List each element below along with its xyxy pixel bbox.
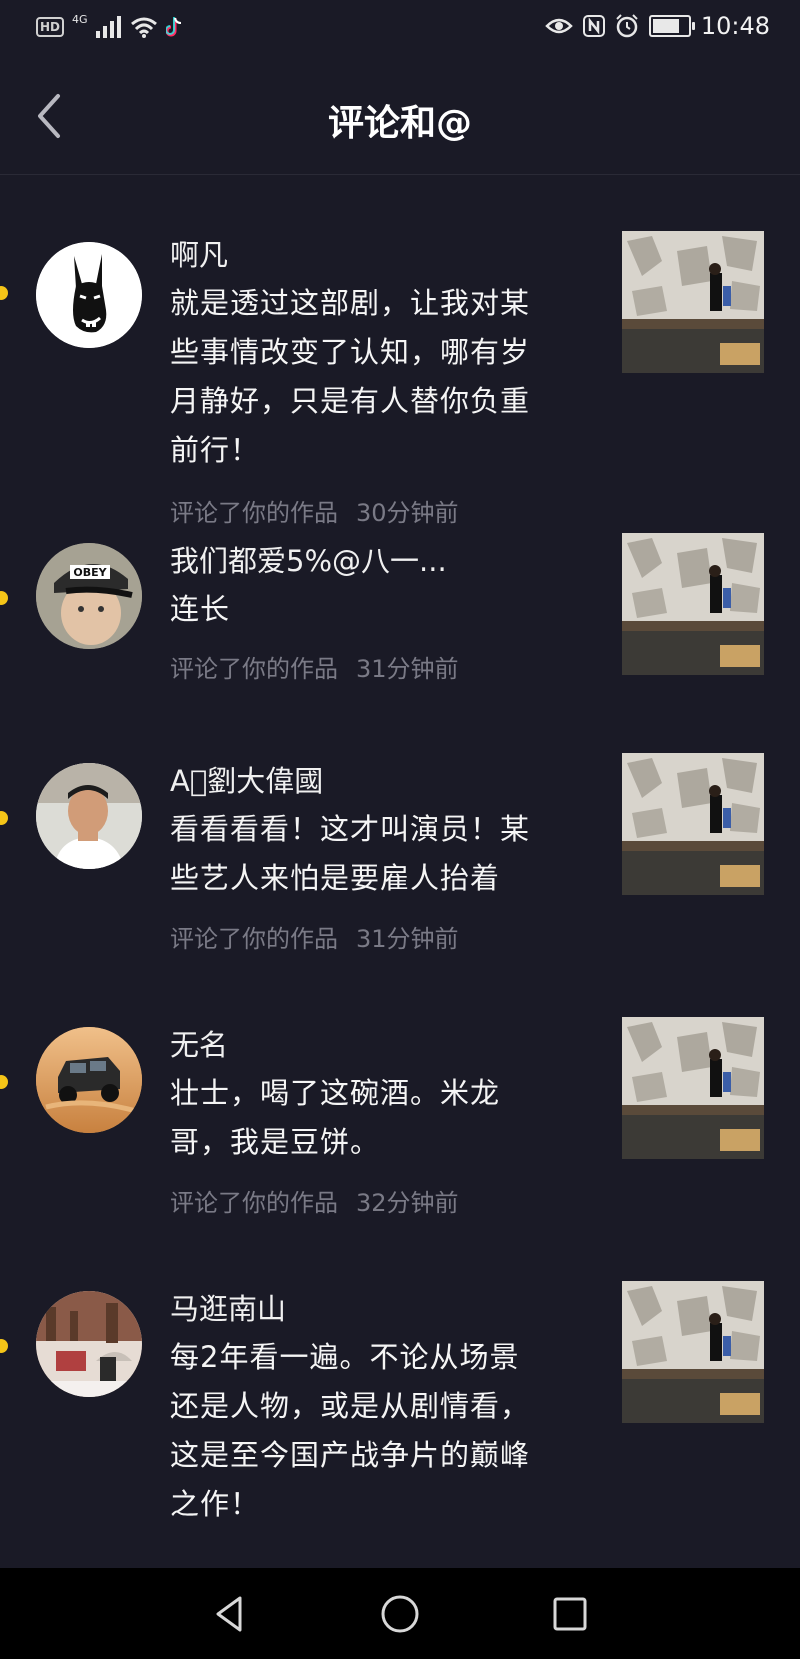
scene-thumbnail-icon <box>622 533 764 675</box>
jeep-avatar-icon <box>36 1027 142 1133</box>
status-right: 10:48 <box>545 12 770 40</box>
scene-thumbnail-icon <box>622 1281 764 1423</box>
obey-cap-avatar-icon: OBEY <box>36 543 142 649</box>
donkey-avatar-icon <box>36 242 142 348</box>
network-type: 4G <box>72 12 88 26</box>
nfc-icon <box>582 15 605 37</box>
video-thumbnail[interactable] <box>622 1017 764 1159</box>
avatar[interactable] <box>36 1291 142 1397</box>
status-left: HD 4G <box>36 12 184 38</box>
username[interactable]: 我们都爱5%@八一... <box>170 541 447 581</box>
unread-dot <box>0 591 8 605</box>
video-thumbnail[interactable] <box>622 533 764 675</box>
username[interactable]: 无名 <box>170 1025 228 1065</box>
timestamp: 31分钟前 <box>356 655 459 683</box>
username[interactable]: 啊凡 <box>170 235 228 275</box>
comment-line: 看看看看！这才叫演员！某 <box>170 812 531 846</box>
page-title: 评论和@ <box>327 103 472 144</box>
triangle-back-icon <box>216 1596 242 1632</box>
circle-home-icon <box>381 1595 419 1633</box>
comment-text: 每2年看一遍。不论从场景 还是人物，或是从剧情看， 这是至今国产战争片的巅峰 之… <box>170 1333 580 1529</box>
navigation-bar <box>0 1568 800 1659</box>
scene-thumbnail-icon <box>622 1017 764 1159</box>
avatar[interactable] <box>36 242 142 348</box>
username[interactable]: 马逛南山 <box>170 1289 286 1329</box>
timestamp: 30分钟前 <box>356 499 459 527</box>
comment-meta: 评论了你的作品 31分钟前 <box>170 653 459 685</box>
man-portrait-avatar-icon <box>36 763 142 869</box>
comment-line: 哥，我是豆饼。 <box>170 1125 381 1159</box>
video-thumbnail[interactable] <box>622 1281 764 1423</box>
comment-text: 就是透过这部剧，让我对某 些事情改变了认知，哪有岁 月静好，只是有人替你负重 前… <box>170 279 580 475</box>
comment-line: 些艺人来怕是要雇人抬着 <box>170 861 501 895</box>
comment-line: 这是至今国产战争片的巅峰 <box>170 1438 531 1472</box>
comment-meta: 评论了你的作品 30分钟前 <box>170 497 459 529</box>
video-thumbnail[interactable] <box>622 231 764 373</box>
timestamp: 32分钟前 <box>356 1189 459 1217</box>
action-text: 评论了你的作品 <box>170 499 338 527</box>
comment-text: 看看看看！这才叫演员！某 些艺人来怕是要雇人抬着 <box>170 805 580 903</box>
signal-icon <box>95 16 121 38</box>
unread-dot <box>0 811 8 825</box>
unread-dot <box>0 1339 8 1353</box>
wifi-icon <box>130 17 157 38</box>
comment-line: 就是透过这部剧，让我对某 <box>170 286 531 320</box>
comment-line: 连长 <box>170 592 231 626</box>
comment-line: 壮士，喝了这碗酒。米龙 <box>170 1076 501 1110</box>
scene-thumbnail-icon <box>622 231 764 373</box>
clock: 10:48 <box>700 12 770 40</box>
status-bar: HD 4G 10:48 <box>0 0 800 58</box>
comment-line: 还是人物，或是从剧情看， <box>170 1389 531 1423</box>
avatar[interactable] <box>36 763 142 869</box>
action-text: 评论了你的作品 <box>170 1189 338 1217</box>
comment-line: 月静好，只是有人替你负重 <box>170 384 531 418</box>
unread-dot <box>0 286 8 300</box>
comment-meta: 评论了你的作品 32分钟前 <box>170 1187 459 1219</box>
square-recents-icon <box>553 1597 587 1631</box>
nav-back-button[interactable] <box>206 1590 254 1638</box>
eye-icon <box>545 18 573 34</box>
tiktok-icon <box>165 17 181 37</box>
username[interactable]: A 劉大偉國 <box>170 761 323 801</box>
unread-dot <box>0 1075 8 1089</box>
hd-badge: HD <box>36 17 65 37</box>
action-text: 评论了你的作品 <box>170 925 338 953</box>
video-thumbnail[interactable] <box>622 753 764 895</box>
action-text: 评论了你的作品 <box>170 655 338 683</box>
avatar[interactable]: OBEY <box>36 543 142 649</box>
comment-line: 前行！ <box>170 433 261 467</box>
comment-line: 些事情改变了认知，哪有岁 <box>170 335 531 369</box>
comment-line: 每2年看一遍。不论从场景 <box>170 1340 520 1374</box>
timestamp: 31分钟前 <box>356 925 459 953</box>
comment-text: 连长 <box>170 585 580 634</box>
app-header: 评论和@ <box>0 58 800 175</box>
scene-thumbnail-icon <box>622 753 764 895</box>
nav-home-button[interactable] <box>376 1590 424 1638</box>
svg-text:OBEY: OBEY <box>73 566 107 579</box>
comment-line: 之作！ <box>170 1487 261 1521</box>
comment-meta: 评论了你的作品 31分钟前 <box>170 923 459 955</box>
nav-recents-button[interactable] <box>546 1590 594 1638</box>
avatar[interactable] <box>36 1027 142 1133</box>
alarm-icon <box>616 14 638 38</box>
battery-icon <box>648 15 695 37</box>
scene-avatar-icon <box>36 1291 142 1397</box>
comment-text: 壮士，喝了这碗酒。米龙 哥，我是豆饼。 <box>170 1069 580 1167</box>
